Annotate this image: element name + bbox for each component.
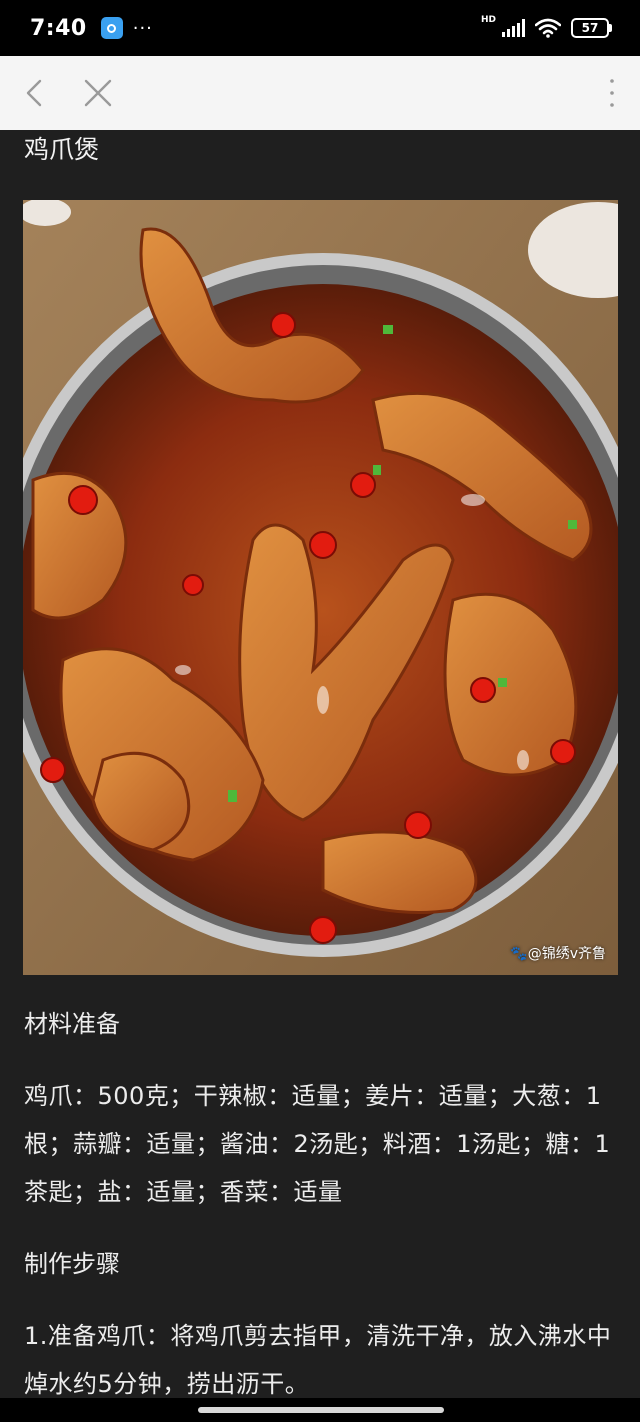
- recipe-title: 鸡爪煲: [24, 135, 100, 164]
- status-more-indicator: ···: [132, 17, 153, 39]
- battery-level: 57: [581, 21, 599, 35]
- status-bar: 7:40 ··· HD 57: [0, 0, 640, 56]
- step-1-text: 1.准备鸡爪：将鸡爪剪去指甲，清洗干净，放入沸水中焯水约5分钟，捞出沥干。: [24, 1322, 612, 1398]
- photo-watermark: 🐾@锦绣v齐鲁: [510, 946, 606, 962]
- battery-icon: 57: [571, 18, 612, 38]
- ingredients-heading: 材料准备: [24, 1010, 120, 1038]
- browser-nav-bar: [0, 56, 640, 130]
- close-icon[interactable]: [80, 74, 116, 112]
- gesture-bar: [0, 1398, 640, 1422]
- chevron-left-icon[interactable]: [20, 74, 56, 112]
- steps-heading: 制作步骤: [24, 1250, 120, 1278]
- status-time: 7:40: [30, 15, 87, 41]
- ingredients-text: 鸡爪：500克；干辣椒：适量；姜片：适量；大葱：1根；蒜瓣：适量；酱油：2汤匙；…: [24, 1082, 611, 1206]
- wifi-icon: [535, 18, 561, 38]
- hd-label: HD: [480, 15, 496, 25]
- more-vertical-icon[interactable]: [602, 74, 622, 112]
- recipe-photo[interactable]: 🐾@锦绣v齐鲁: [23, 200, 618, 975]
- article-content[interactable]: 鸡爪煲 🐾@锦绣v齐鲁 材料准备 鸡爪：500克；干辣椒：适量；姜片：适量；大葱…: [0, 130, 640, 1398]
- status-right: HD 57: [480, 15, 612, 38]
- browser-icon: [100, 17, 123, 39]
- signal-icon: [502, 19, 525, 37]
- home-indicator[interactable]: [198, 1407, 444, 1413]
- food-photo-illustration: [23, 200, 618, 975]
